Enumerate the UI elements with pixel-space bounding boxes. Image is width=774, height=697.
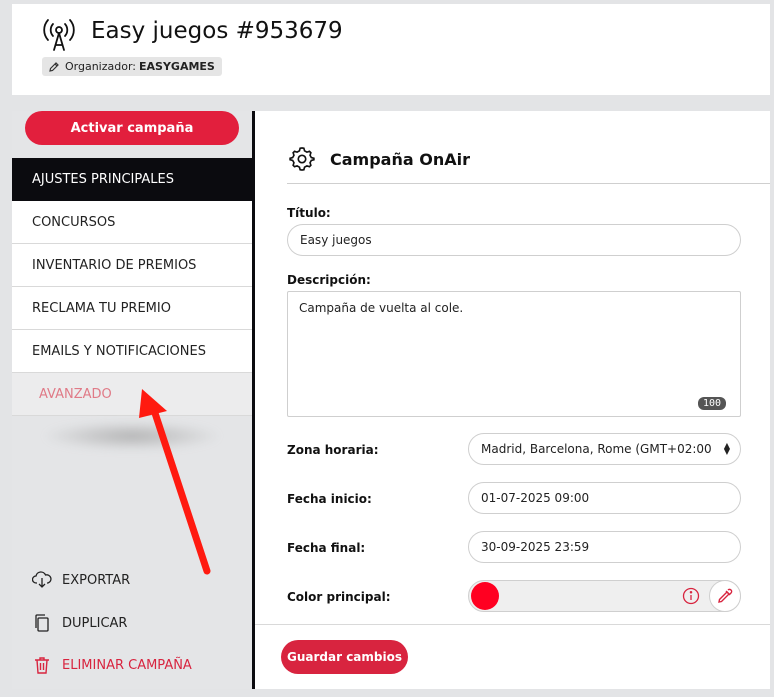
cloud-download-icon [32, 571, 52, 588]
end-date-label: Fecha final: [287, 541, 366, 555]
duplicate-button[interactable]: DUPLICAR [32, 613, 127, 633]
info-icon[interactable] [682, 587, 700, 605]
campaign-header: Easy juegos #953679 Organizador: EASYGAM… [12, 4, 770, 95]
color-label: Color principal: [287, 590, 391, 604]
sidebar-item-reclama-premio[interactable]: RECLAMA TU PREMIO [12, 287, 252, 330]
header-divider [287, 183, 770, 184]
timezone-select[interactable]: Madrid, Barcelona, Rome (GMT+02:00 ▲ ▼ [468, 433, 741, 465]
color-picker-button[interactable] [709, 580, 741, 612]
sidebar-item-avanzado[interactable]: AVANZADO [12, 373, 252, 416]
export-label: EXPORTAR [62, 572, 131, 588]
broadcast-icon [43, 19, 75, 51]
panel-header: Campaña OnAir [288, 145, 470, 173]
eyedropper-icon [718, 588, 733, 603]
pencil-icon [49, 61, 59, 72]
gear-icon [289, 147, 315, 171]
description-textarea[interactable]: Campaña de vuelta al cole. 100 [287, 291, 741, 417]
trash-icon [35, 657, 49, 674]
char-count-badge: 100 [697, 397, 726, 410]
sidebar-item-inventario-premios[interactable]: INVENTARIO DE PREMIOS [12, 244, 252, 287]
organizer-label: Organizador: [65, 60, 137, 73]
page-title: Easy juegos #953679 [91, 18, 343, 44]
sidebar-item-emails-notificaciones[interactable]: EMAILS Y NOTIFICACIONES [12, 330, 252, 373]
sidebar-item-concursos[interactable]: CONCURSOS [12, 201, 252, 244]
organizer-value: EASYGAMES [139, 60, 215, 73]
color-swatch[interactable] [471, 582, 499, 610]
sidebar-item-ajustes-principales[interactable]: AJUSTES PRINCIPALES [12, 158, 252, 201]
start-date-label: Fecha inicio: [287, 492, 372, 506]
delete-campaign-button[interactable]: ELIMINAR CAMPAÑA [32, 655, 192, 675]
sidebar-menu: AJUSTES PRINCIPALES CONCURSOS INVENTARIO… [12, 158, 252, 416]
timezone-label: Zona horaria: [287, 443, 379, 457]
start-date-input[interactable]: 01-07-2025 09:00 [468, 482, 741, 514]
save-changes-button[interactable]: Guardar cambios [281, 640, 408, 674]
sidebar: Activar campaña AJUSTES PRINCIPALES CONC… [12, 111, 252, 689]
title-input[interactable]: Easy juegos [287, 224, 741, 256]
organizer-badge: Organizador: EASYGAMES [42, 57, 222, 76]
select-arrows-icon: ▲ ▼ [723, 441, 730, 456]
activate-campaign-button[interactable]: Activar campaña [25, 111, 239, 145]
description-text: Campaña de vuelta al cole. [299, 301, 464, 315]
blurred-content [42, 421, 222, 451]
color-input[interactable] [468, 580, 741, 612]
footer-divider [255, 624, 770, 625]
export-button[interactable]: EXPORTAR [32, 571, 130, 589]
copy-icon [35, 614, 49, 632]
duplicate-label: DUPLICAR [62, 615, 128, 631]
end-date-input[interactable]: 30-09-2025 23:59 [468, 531, 741, 563]
description-label: Descripción: [287, 273, 371, 287]
panel-title: Campaña OnAir [330, 149, 470, 169]
delete-label: ELIMINAR CAMPAÑA [62, 657, 192, 673]
title-label: Título: [287, 206, 331, 220]
settings-panel: Campaña OnAir Título: Easy juegos Descri… [255, 111, 770, 689]
timezone-value: Madrid, Barcelona, Rome (GMT+02:00 [481, 442, 712, 456]
